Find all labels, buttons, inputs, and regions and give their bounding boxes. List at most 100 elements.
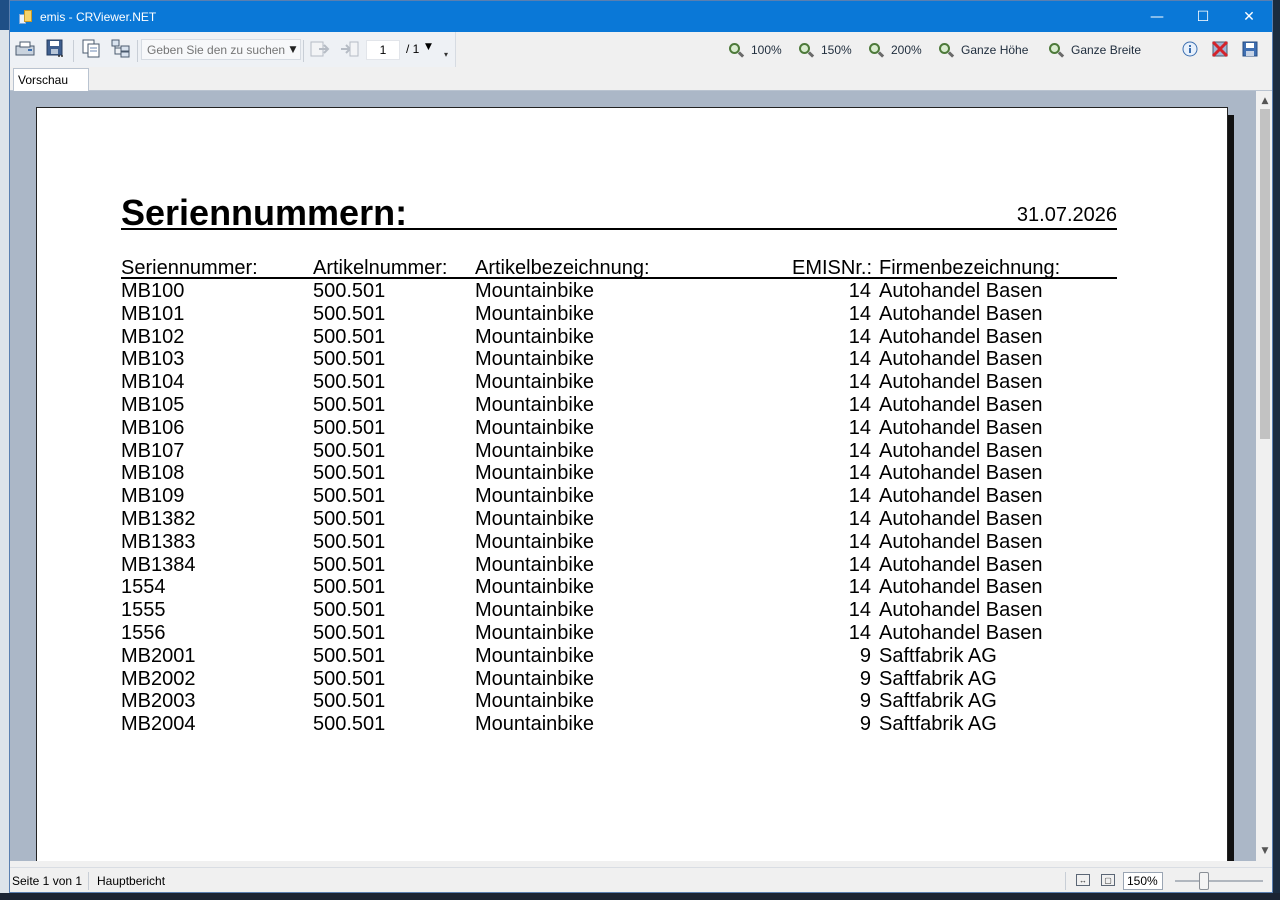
emis-number-cell: 9 (859, 690, 871, 713)
company-name-cell: Autohandel Basen (879, 553, 1043, 576)
serial-number-cell: MB109 (121, 485, 185, 508)
whole-width-button[interactable]: Ganze Breite (1048, 32, 1141, 67)
vertical-scrollbar[interactable]: ▲ ▼ (1256, 91, 1272, 861)
article-number-cell: 500.501 (313, 667, 386, 690)
tab-vorschau[interactable]: Vorschau (13, 68, 89, 91)
table-row: MB108 500.501 Mountainbike 14 Autohandel Bas… (121, 462, 1117, 485)
fit-page-icon[interactable]: ▢ (1101, 874, 1115, 886)
whole-height-button[interactable]: Ganze Höhe (938, 32, 1028, 67)
article-number-cell: 500.501 (313, 622, 386, 644)
company-name-cell: Autohandel Basen (879, 280, 1043, 302)
serial-number-cell: 1556 (121, 622, 166, 644)
report-viewport[interactable]: Seriennummern: 31.07.2026 Seriennummer: … (10, 91, 1256, 861)
table-row: 1554 500.501 Mountainbike 14 Autohandel Base… (121, 576, 1117, 599)
close-report-icon[interactable] (1209, 38, 1231, 60)
company-name-cell: Autohandel Basen (879, 439, 1043, 462)
article-description-cell: Mountainbike (475, 576, 594, 599)
copy-icon[interactable] (80, 37, 102, 59)
group-tree-icon[interactable] (110, 37, 132, 59)
zoom-200-button[interactable]: 200% (868, 32, 922, 67)
serial-number-cell: MB2001 (121, 644, 196, 667)
article-description-cell: Mountainbike (475, 302, 594, 325)
fit-width-icon[interactable]: ↔ (1076, 874, 1090, 886)
zoom-100-button[interactable]: 100% (728, 32, 782, 67)
company-name-cell: Saftfabrik AG (879, 713, 997, 736)
article-number-cell: 500.501 (313, 280, 386, 302)
serial-number-cell: MB105 (121, 394, 185, 416)
company-name-cell: Saftfabrik AG (879, 644, 997, 667)
article-description-cell: Mountainbike (475, 462, 594, 485)
company-name-cell: Autohandel Basen (879, 302, 1043, 325)
zoom-icon (1048, 42, 1065, 58)
article-description-cell: Mountainbike (475, 325, 594, 348)
title-underline (121, 228, 1117, 230)
emis-number-cell: 14 (848, 439, 871, 462)
article-number-cell: 500.501 (313, 690, 386, 713)
table-row: MB101 500.501 Mountainbike 14 Autohandel Bas… (121, 303, 1117, 326)
table-row: MB2004 500.501 Mountainbike 9 Saftfabrik AG (121, 713, 1117, 736)
table-row: 1555 500.501 Mountainbike 14 Autohandel Base… (121, 599, 1117, 622)
serial-number-cell: MB2004 (121, 713, 196, 736)
article-description-cell: Mountainbike (475, 690, 594, 713)
export-icon[interactable] (44, 37, 66, 59)
emis-number-cell: 14 (848, 553, 871, 576)
info-icon[interactable] (1179, 38, 1201, 60)
zoom-slider-track[interactable] (1175, 880, 1263, 882)
company-name-cell: Autohandel Basen (879, 485, 1043, 508)
article-number-cell: 500.501 (313, 462, 386, 485)
article-number-cell: 500.501 (313, 302, 386, 325)
article-description-cell: Mountainbike (475, 439, 594, 462)
table-row: MB100 500.501 Mountainbike 14 Autohandel Bas… (121, 280, 1117, 303)
article-description-cell: Mountainbike (475, 644, 594, 667)
close-button[interactable]: ✕ (1226, 1, 1272, 32)
table-row: MB2002 500.501 Mountainbike 9 Saftfabrik AG (121, 668, 1117, 691)
app-icon (18, 9, 34, 25)
company-name-cell: Autohandel Basen (879, 599, 1043, 622)
scrollbar-thumb[interactable] (1260, 109, 1270, 439)
zoom-150-button[interactable]: 150% (798, 32, 852, 67)
page-total: / 1 (406, 42, 420, 56)
report-date: 31.07.2026 (1016, 204, 1117, 226)
article-description-cell: Mountainbike (475, 394, 594, 416)
table-row: MB1383 500.501 Mountainbike 14 Autohandel Ba… (121, 531, 1117, 554)
print-icon[interactable] (14, 38, 36, 60)
article-description-cell: Mountainbike (475, 508, 594, 530)
toolbar-overflow-icon[interactable]: ▾ (444, 50, 448, 59)
company-name-cell: Saftfabrik AG (879, 667, 997, 690)
article-number-cell: 500.501 (313, 416, 386, 439)
zoom-level: 150% (1123, 872, 1163, 890)
zoom-slider-thumb[interactable] (1199, 872, 1209, 890)
article-description-cell: Mountainbike (475, 485, 594, 508)
serial-number-cell: MB1384 (121, 553, 196, 576)
save-icon[interactable] (1239, 38, 1261, 60)
article-number-cell: 500.501 (313, 371, 386, 394)
table-row: MB102 500.501 Mountainbike 14 Autohandel Bas… (121, 326, 1117, 349)
page-dropdown-icon[interactable]: ▼ (425, 42, 432, 52)
zoom-icon (868, 42, 885, 58)
company-name-cell: Autohandel Basen (879, 394, 1043, 416)
article-description-cell: Mountainbike (475, 553, 594, 576)
company-name-cell: Autohandel Basen (879, 622, 1043, 644)
scroll-up-icon[interactable]: ▲ (1256, 93, 1272, 109)
scroll-down-icon[interactable]: ▼ (1256, 843, 1272, 859)
table-row: MB109 500.501 Mountainbike 14 Autohandel Bas… (121, 485, 1117, 508)
serial-number-cell: 1555 (121, 599, 166, 622)
prev-page-icon[interactable] (338, 38, 360, 60)
table-row: MB103 500.501 Mountainbike 14 Autohandel Bas… (121, 348, 1117, 371)
minimize-button[interactable]: — (1134, 1, 1180, 32)
search-input[interactable] (141, 39, 301, 60)
maximize-button[interactable]: ☐ (1180, 1, 1226, 32)
article-number-cell: 500.501 (313, 576, 386, 599)
page-number-input[interactable]: 1 (366, 40, 400, 60)
zoom-icon (798, 42, 815, 58)
search-dropdown-icon[interactable]: ▼ (286, 39, 300, 60)
title-bar: emis - CRViewer.NET — ☐ ✕ (10, 1, 1272, 32)
table-row: MB1382 500.501 Mountainbike 14 Autohandel Ba… (121, 508, 1117, 531)
serial-number-cell: MB1383 (121, 530, 196, 553)
emis-number-cell: 14 (848, 302, 871, 325)
first-page-icon[interactable] (308, 38, 330, 60)
serial-number-cell: MB104 (121, 371, 185, 394)
crviewer-window: emis - CRViewer.NET — ☐ ✕ ▼ 1 (9, 0, 1273, 893)
window-title: emis - CRViewer.NET (40, 9, 157, 24)
table-row: MB107 500.501 Mountainbike 14 Autohandel Bas… (121, 440, 1117, 463)
